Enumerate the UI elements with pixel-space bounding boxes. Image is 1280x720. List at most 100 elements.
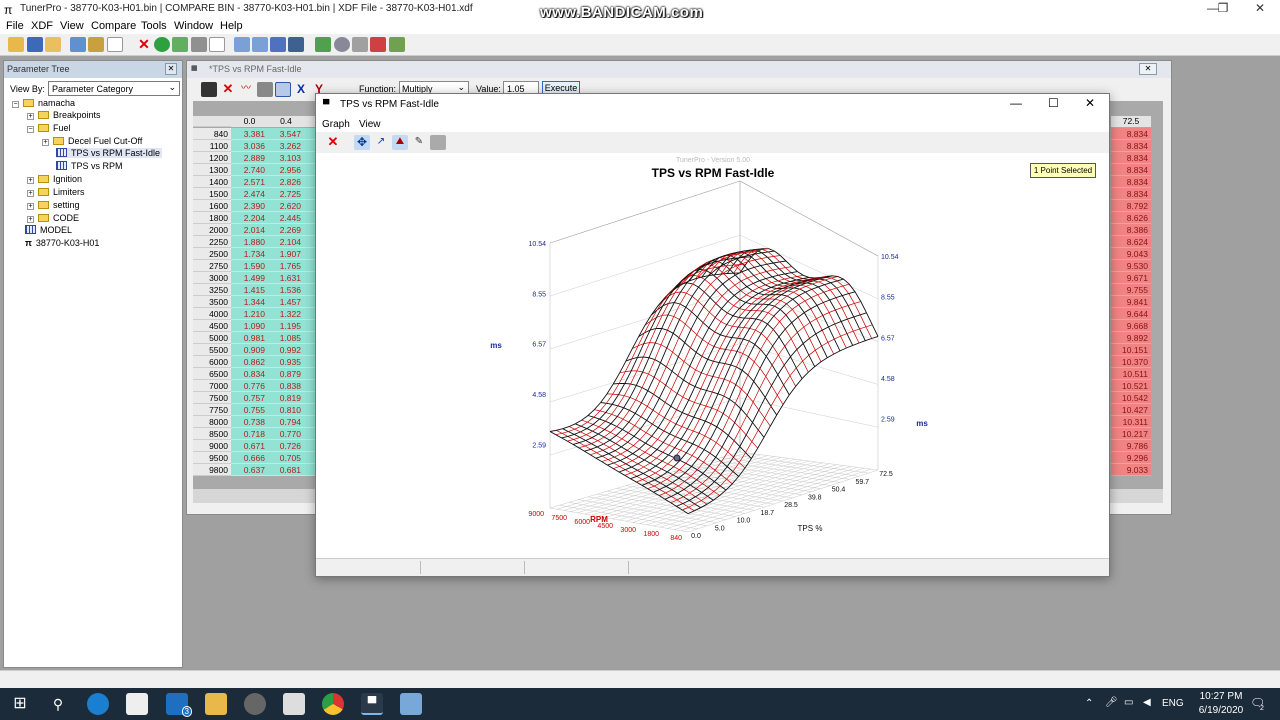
table-cell[interactable]: 8.792	[1111, 200, 1151, 212]
surface-chart[interactable]: TunerPro - Version 5.00 TPS vs RPM Fast-…	[316, 153, 1109, 558]
expand-icon[interactable]: +	[27, 177, 34, 184]
import-icon[interactable]	[172, 37, 188, 52]
menu-view[interactable]: View	[60, 20, 84, 32]
row-header[interactable]: 1800	[193, 212, 231, 224]
table-cell[interactable]: 8.834	[1111, 128, 1151, 140]
table-cell[interactable]: 9.043	[1111, 248, 1151, 260]
close-icon[interactable]: ✕	[165, 63, 177, 75]
volume-icon[interactable]: ◀	[1143, 697, 1151, 708]
selected-point[interactable]	[673, 454, 681, 462]
table-cell[interactable]: 9.786	[1111, 440, 1151, 452]
tree-item-decel-fuel-cut-off[interactable]: + Decel Fuel Cut-Off	[42, 136, 142, 146]
chrome-icon[interactable]	[322, 693, 344, 715]
table-cell[interactable]: 2.956	[268, 164, 304, 176]
table-cell[interactable]: 2.014	[231, 224, 268, 236]
table-cell[interactable]: 2.620	[268, 200, 304, 212]
table-cell[interactable]: 3.381	[231, 128, 268, 140]
clock-time[interactable]: 10:27 PM	[1196, 691, 1246, 702]
table-cell[interactable]: 1.907	[268, 248, 304, 260]
table-cell[interactable]: 2.269	[268, 224, 304, 236]
table-cell[interactable]: 2.889	[231, 152, 268, 164]
wrench-icon[interactable]	[191, 37, 207, 52]
close-icon[interactable]: ✕	[1139, 63, 1157, 75]
mail-icon[interactable]: 3	[166, 693, 192, 717]
table-cell[interactable]: 9.671	[1111, 272, 1151, 284]
row-header[interactable]: 8500	[193, 428, 231, 440]
tree-item-code[interactable]: + CODE	[27, 213, 79, 223]
microphone-icon[interactable]: 🎤︎	[1105, 697, 1118, 708]
table-cell[interactable]: 0.726	[268, 440, 304, 452]
search-icon[interactable]	[334, 37, 350, 52]
row-header[interactable]: 6500	[193, 368, 231, 380]
row-header[interactable]: 8000	[193, 416, 231, 428]
table-cell[interactable]: 8.834	[1111, 164, 1151, 176]
save-icon[interactable]	[201, 82, 217, 97]
compare-icon[interactable]	[315, 37, 331, 52]
table-cell[interactable]: 2.474	[231, 188, 268, 200]
table-cell[interactable]: 2.826	[268, 176, 304, 188]
view-by-select[interactable]: Parameter Category ⌄	[48, 81, 180, 96]
table-cell[interactable]: 0.776	[231, 380, 268, 392]
table-cell[interactable]: 10.217	[1111, 428, 1151, 440]
grid-icon[interactable]	[389, 37, 405, 52]
table-cell[interactable]: 9.296	[1111, 452, 1151, 464]
table-cell[interactable]: 0.705	[268, 452, 304, 464]
row-header[interactable]: 1300	[193, 164, 231, 176]
table-cell[interactable]: 1.765	[268, 260, 304, 272]
new-file-icon[interactable]	[107, 37, 123, 52]
table-cell[interactable]: 0.909	[231, 344, 268, 356]
table-cell[interactable]: 8.626	[1111, 212, 1151, 224]
table-cell[interactable]: 3.036	[231, 140, 268, 152]
col-header[interactable]: 72.5	[1111, 116, 1151, 127]
table-cell[interactable]: 2.390	[231, 200, 268, 212]
table-cell[interactable]: 2.104	[268, 236, 304, 248]
row-header[interactable]: 3000	[193, 272, 231, 284]
table-cell[interactable]: 2.725	[268, 188, 304, 200]
blank-doc-icon[interactable]	[209, 37, 225, 52]
collapse-icon[interactable]: −	[12, 101, 19, 108]
settings-icon[interactable]	[430, 135, 446, 150]
edge-icon[interactable]	[87, 693, 109, 715]
menu-view[interactable]: View	[359, 119, 381, 130]
table-cell[interactable]: 8.386	[1111, 224, 1151, 236]
row-header[interactable]: 2000	[193, 224, 231, 236]
text-icon[interactable]	[275, 82, 291, 97]
table-cell[interactable]: 0.770	[268, 428, 304, 440]
row-header[interactable]: 9000	[193, 440, 231, 452]
search-icon[interactable]: ⚲	[47, 693, 69, 715]
language-indicator[interactable]: ENG	[1162, 698, 1184, 709]
chart-icon[interactable]	[370, 37, 386, 52]
table-cell[interactable]: 2.571	[231, 176, 268, 188]
table-cell[interactable]: 10.542	[1111, 392, 1151, 404]
table-cell[interactable]: 2.740	[231, 164, 268, 176]
table-cell[interactable]: 1.631	[268, 272, 304, 284]
table-cell[interactable]: 3.547	[268, 128, 304, 140]
close-button[interactable]: ✕	[1243, 1, 1277, 17]
open-folder-icon[interactable]	[45, 37, 61, 52]
table-cell[interactable]: 0.794	[268, 416, 304, 428]
row-header[interactable]: 9800	[193, 464, 231, 476]
edit-icon[interactable]: ✎	[411, 135, 427, 150]
row-header[interactable]: 1200	[193, 152, 231, 164]
row-header[interactable]: 840	[193, 128, 231, 140]
file-explorer-icon[interactable]	[205, 693, 227, 715]
table-cell[interactable]: 1.195	[268, 320, 304, 332]
tree-item-38770-k03-h01[interactable]: π 38770-K03-H01	[25, 238, 99, 248]
table-cell[interactable]: 3.262	[268, 140, 304, 152]
maximize-button[interactable]: ❐	[1206, 1, 1240, 17]
table-cell[interactable]: 1.590	[231, 260, 268, 272]
collapse-icon[interactable]: −	[27, 126, 34, 133]
menu-tools[interactable]: Tools	[141, 20, 167, 32]
surface-graph-icon[interactable]: ⛰	[392, 135, 408, 150]
close-graph-icon[interactable]: ✕	[325, 135, 341, 150]
table-cell[interactable]: 0.981	[231, 332, 268, 344]
table-cell[interactable]: 10.521	[1111, 380, 1151, 392]
row-header[interactable]: 7000	[193, 380, 231, 392]
row-header[interactable]: 7500	[193, 392, 231, 404]
load-icon[interactable]	[70, 37, 86, 52]
tree-item-tps-vs-rpm-fast-idle[interactable]: TPS vs RPM Fast-Idle	[56, 148, 163, 158]
row-header[interactable]: 3500	[193, 296, 231, 308]
expand-icon[interactable]: +	[27, 203, 34, 210]
table-cell[interactable]: 1.344	[231, 296, 268, 308]
row-header[interactable]: 7750	[193, 404, 231, 416]
